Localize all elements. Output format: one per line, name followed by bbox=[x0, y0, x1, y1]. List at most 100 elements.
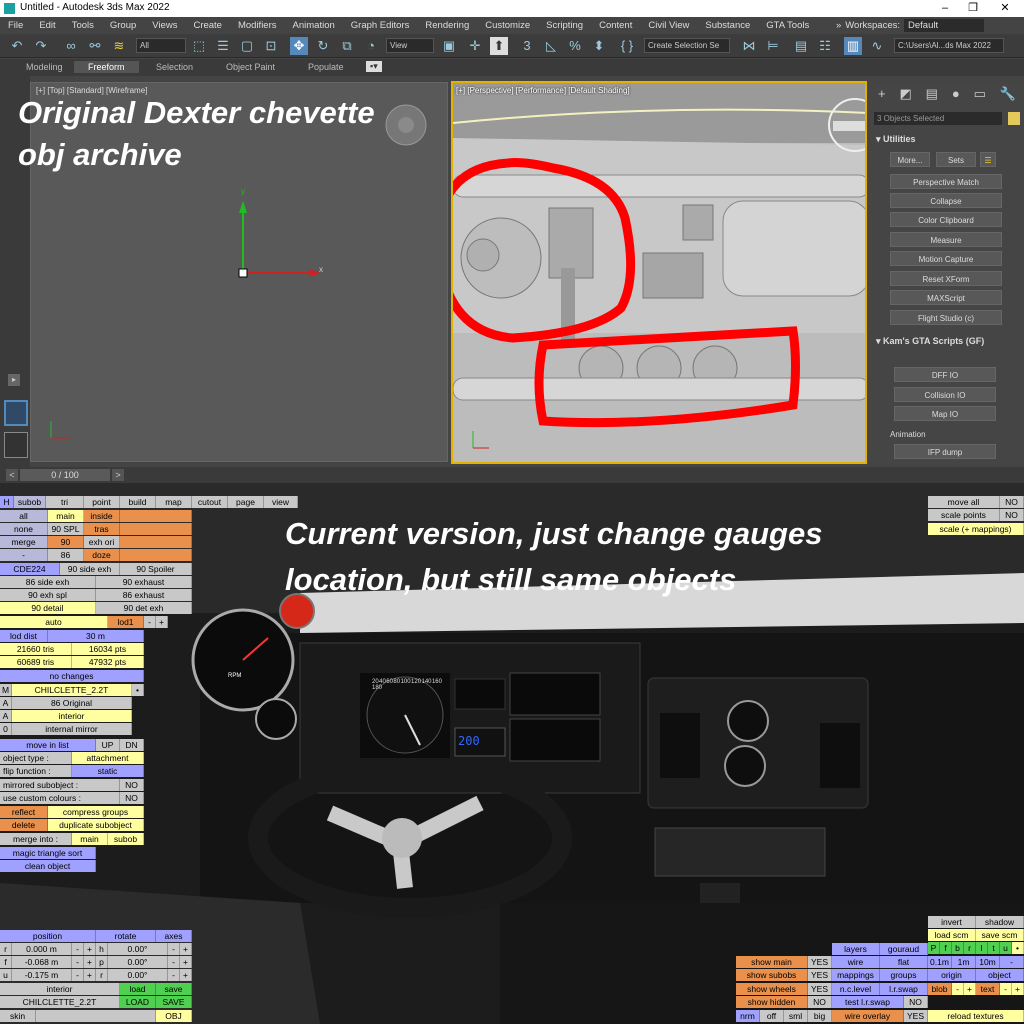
minimize-button[interactable]: – bbox=[930, 1, 960, 16]
text-plus-button[interactable]: + bbox=[1012, 983, 1024, 995]
rot-h-value[interactable]: 0.00° bbox=[108, 943, 168, 955]
editor-tab-view[interactable]: view bbox=[264, 496, 298, 508]
object-button[interactable]: object bbox=[976, 969, 1024, 981]
select-move-icon[interactable]: ✥ bbox=[290, 37, 308, 55]
group-blank[interactable] bbox=[120, 510, 192, 522]
reflect-button[interactable]: reflect bbox=[0, 806, 48, 818]
project-path-field[interactable]: C:\Users\Al...ds Max 2022 bbox=[894, 38, 1004, 53]
workspace-dropdown[interactable]: Default bbox=[904, 19, 984, 32]
menu-rendering[interactable]: Rendering bbox=[417, 20, 477, 31]
wire-overlay-value[interactable]: YES bbox=[904, 1010, 928, 1022]
redo-icon[interactable]: ↷ bbox=[32, 37, 50, 55]
part-90-det-exh[interactable]: 90 det exh bbox=[96, 602, 192, 614]
undo-icon[interactable]: ↶ bbox=[8, 37, 26, 55]
part-90-spoiler[interactable]: 90 Spoiler bbox=[120, 563, 192, 575]
test-lr-swap-button[interactable]: test l.r.swap bbox=[832, 996, 904, 1008]
reload-textures-button[interactable]: reload textures bbox=[928, 1010, 1024, 1022]
timeline-next-button[interactable]: > bbox=[112, 469, 124, 481]
perspective-viewport[interactable] bbox=[451, 81, 867, 464]
snaps-toggle-icon[interactable]: 3 bbox=[518, 37, 536, 55]
lod1-button[interactable]: lod1 bbox=[108, 616, 144, 628]
collision-io-button[interactable]: Collision IO bbox=[894, 387, 996, 402]
flag-t[interactable]: t bbox=[988, 942, 1000, 954]
lod-plus-button[interactable]: + bbox=[156, 616, 168, 628]
pos-f-minus[interactable]: - bbox=[72, 956, 84, 968]
subobject-86-original[interactable]: 86 Original bbox=[12, 697, 132, 709]
gouraud-button[interactable]: gouraud bbox=[880, 943, 928, 955]
sml-button[interactable]: sml bbox=[784, 1010, 808, 1022]
dist-01m-button[interactable]: 0.1m bbox=[928, 956, 952, 968]
invert-button[interactable]: invert bbox=[928, 916, 976, 928]
menu-gta-tools[interactable]: GTA Tools bbox=[758, 20, 817, 31]
spinner-snap-icon[interactable]: ⬍ bbox=[590, 37, 608, 55]
group-blank[interactable] bbox=[120, 523, 192, 535]
blob-button[interactable]: blob bbox=[928, 983, 952, 995]
group-blank[interactable] bbox=[120, 549, 192, 561]
dist-minus-button[interactable]: - bbox=[1000, 956, 1024, 968]
pivot-icon[interactable]: ▣ bbox=[440, 37, 458, 55]
angle-snap-icon[interactable]: ◺ bbox=[542, 37, 560, 55]
menu-substance[interactable]: Substance bbox=[697, 20, 758, 31]
menu-civil-view[interactable]: Civil View bbox=[640, 20, 697, 31]
delete-button[interactable]: delete bbox=[0, 819, 48, 831]
show-hidden-value[interactable]: NO bbox=[808, 996, 832, 1008]
flag-u[interactable]: u bbox=[1000, 942, 1012, 954]
expand-layout-icon[interactable]: ▸ bbox=[8, 374, 20, 386]
ribbon-toggle-icon[interactable]: ▥ bbox=[844, 37, 862, 55]
pos-r-value[interactable]: 0.000 m bbox=[12, 943, 72, 955]
measure-button[interactable]: Measure bbox=[890, 232, 1002, 247]
motion-tab-icon[interactable]: ● bbox=[952, 86, 960, 108]
subobject-internal-mirror[interactable]: internal mirror bbox=[12, 723, 132, 735]
timeline-prev-button[interactable]: < bbox=[6, 469, 18, 481]
chilclette-load-button[interactable]: LOAD bbox=[120, 996, 156, 1008]
custom-colours-value[interactable]: NO bbox=[120, 792, 144, 804]
bind-spacewarp-icon[interactable]: ≋ bbox=[110, 37, 128, 55]
group-tras[interactable]: tras bbox=[84, 523, 120, 535]
rot-h-minus[interactable]: - bbox=[168, 943, 180, 955]
model-dot-icon[interactable]: • bbox=[132, 684, 144, 696]
selection-filter-dropdown[interactable]: All bbox=[136, 38, 186, 53]
gta-scripts-rollout-title[interactable]: ▾ Kam's GTA Scripts (GF) bbox=[876, 336, 984, 347]
menu-more-icon[interactable]: » bbox=[836, 20, 841, 31]
create-tab-icon[interactable]: + bbox=[878, 86, 886, 108]
group-inside[interactable]: inside bbox=[84, 510, 120, 522]
rot-r-plus[interactable]: + bbox=[180, 969, 192, 981]
menu-group[interactable]: Group bbox=[102, 20, 144, 31]
flag-l[interactable]: l bbox=[976, 942, 988, 954]
interior-save-button[interactable]: save bbox=[156, 983, 192, 995]
off-button[interactable]: off bbox=[760, 1010, 784, 1022]
rot-p-plus[interactable]: + bbox=[180, 956, 192, 968]
flight-studio-button[interactable]: Flight Studio (c) bbox=[890, 310, 1002, 325]
color-clipboard-button[interactable]: Color Clipboard bbox=[890, 212, 1002, 227]
obj-button[interactable]: OBJ bbox=[156, 1010, 192, 1022]
big-button[interactable]: big bbox=[808, 1010, 832, 1022]
move-up-button[interactable]: UP bbox=[96, 739, 120, 751]
unlink-icon[interactable]: ⚯ bbox=[86, 37, 104, 55]
pos-f-plus[interactable]: + bbox=[84, 956, 96, 968]
lod-dist-value[interactable]: 30 m bbox=[48, 630, 144, 642]
tab-rotate[interactable]: rotate bbox=[96, 930, 156, 942]
duplicate-subobject-button[interactable]: duplicate subobject bbox=[48, 819, 144, 831]
motion-capture-button[interactable]: Motion Capture bbox=[890, 251, 1002, 266]
scale-mappings-button[interactable]: scale (+ mappings) bbox=[928, 523, 1024, 535]
group-90[interactable]: 90 bbox=[48, 536, 84, 548]
flag-r[interactable]: r bbox=[964, 942, 976, 954]
sub-flag[interactable]: A bbox=[0, 710, 12, 722]
rot-r-value[interactable]: 0.00° bbox=[108, 969, 168, 981]
tab-selection[interactable]: Selection bbox=[156, 61, 193, 73]
part-86-side-exh[interactable]: 86 side exh bbox=[0, 576, 96, 588]
interior-load-button[interactable]: load bbox=[120, 983, 156, 995]
clean-object-button[interactable]: clean object bbox=[0, 860, 96, 872]
link-icon[interactable]: ∞ bbox=[62, 37, 80, 55]
skin-field[interactable] bbox=[36, 1010, 156, 1022]
menu-create[interactable]: Create bbox=[185, 20, 230, 31]
blob-minus-button[interactable]: - bbox=[952, 983, 964, 995]
group-all[interactable]: all bbox=[0, 510, 48, 522]
nrm-button[interactable]: nrm bbox=[736, 1010, 760, 1022]
groups-button[interactable]: groups bbox=[880, 969, 928, 981]
wire-overlay-button[interactable]: wire overlay bbox=[832, 1010, 904, 1022]
group-86[interactable]: 86 bbox=[48, 549, 84, 561]
modify-tab-icon[interactable]: ◩ bbox=[899, 86, 911, 108]
show-subobs-value[interactable]: YES bbox=[808, 969, 832, 981]
layer-explorer-icon[interactable]: ☷ bbox=[816, 37, 834, 55]
